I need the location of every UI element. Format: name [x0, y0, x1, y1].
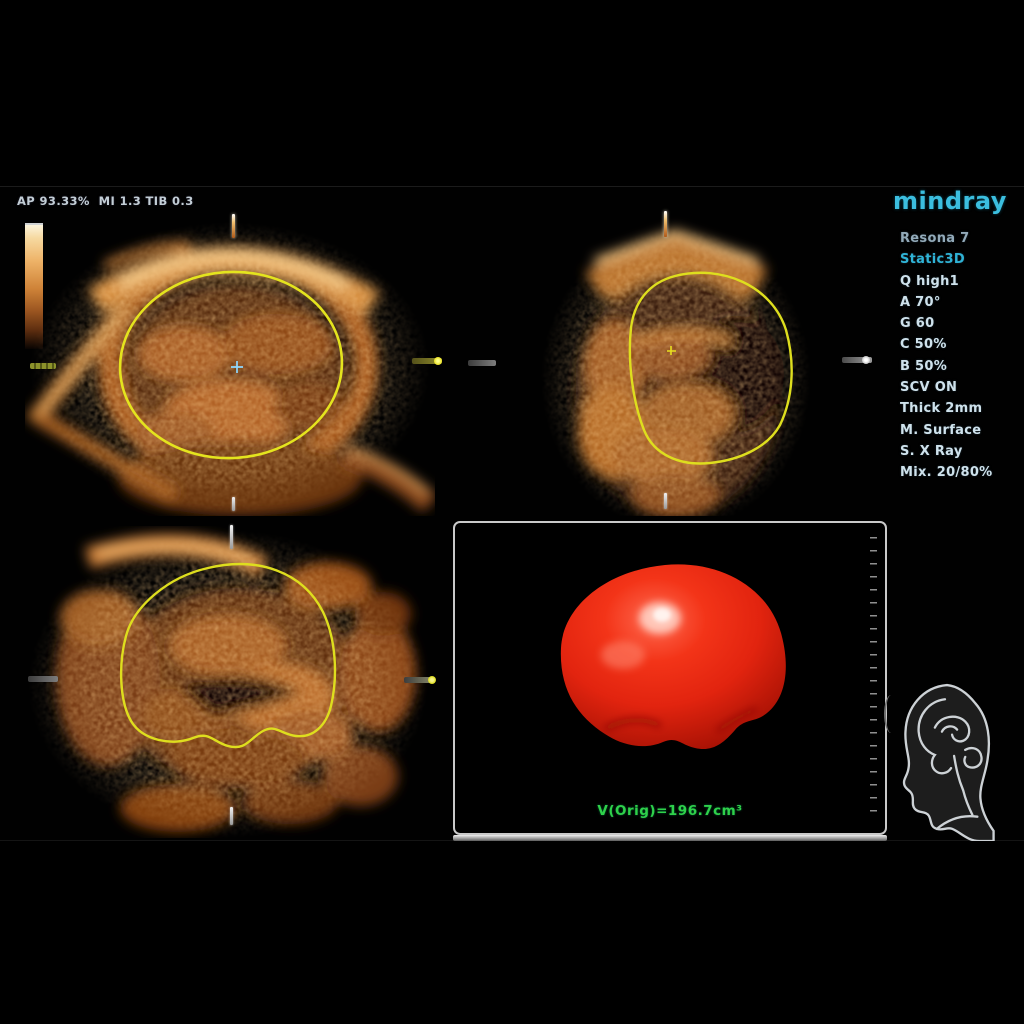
- quadrant-c-coronal-plane[interactable]: [28, 526, 433, 838]
- ultrasound-image-sagittal: [540, 214, 820, 516]
- param-render-method: M. Surface: [900, 420, 993, 441]
- param-render-style: S. X Ray: [900, 441, 993, 462]
- ultrasound-image-axial: [25, 216, 435, 516]
- volume-render-blob: [561, 564, 786, 749]
- param-thickness: Thick 2mm: [900, 398, 993, 419]
- plane-marker-right-c[interactable]: [404, 677, 434, 683]
- param-contrast: C 50%: [900, 334, 993, 355]
- param-angle: A 70°: [900, 292, 993, 313]
- plane-marker-bottom-c[interactable]: [230, 807, 233, 825]
- volume-render-view: [455, 523, 885, 833]
- plane-marker-gap-ab[interactable]: [468, 360, 496, 366]
- marker-dot: [862, 356, 870, 364]
- plane-marker-left-c[interactable]: [28, 676, 58, 682]
- acoustic-output-status: AP 93.33% MI 1.3 TIB 0.3: [17, 194, 194, 208]
- ultrasound-image-coronal: [28, 526, 433, 838]
- plane-marker-left-a[interactable]: [30, 363, 56, 369]
- imaging-mode-label: Static3D: [900, 249, 993, 270]
- plane-marker-right-a[interactable]: [412, 358, 442, 364]
- plane-marker-right-b[interactable]: [842, 357, 872, 363]
- quadrant-b-sagittal-plane[interactable]: [540, 214, 820, 516]
- param-scv: SCV ON: [900, 377, 993, 398]
- quadrant-a-axial-plane[interactable]: [25, 216, 435, 516]
- depth-ruler: [870, 537, 877, 815]
- system-model-label: Resona 7: [900, 228, 993, 249]
- plane-marker-bottom-b[interactable]: [664, 493, 667, 509]
- param-brightness: B 50%: [900, 356, 993, 377]
- screen-area: AP 93.33% MI 1.3 TIB 0.3 mindray Resona …: [0, 186, 1024, 841]
- param-gain: G 60: [900, 313, 993, 334]
- panel-bottom-bar: [453, 835, 887, 841]
- parameter-sidebar: Resona 7 Static3D Q high1 A 70° G 60 C 5…: [900, 228, 993, 484]
- plane-marker-top-b[interactable]: [664, 211, 667, 237]
- ultrasound-workstation: AP 93.33% MI 1.3 TIB 0.3 mindray Resona …: [0, 0, 1024, 1024]
- marker-dot: [428, 676, 436, 684]
- fetal-head-profile-icon: [896, 679, 998, 845]
- volume-measurement-label: V(Orig)=196.7cm³: [455, 803, 885, 819]
- param-mix-ratio: Mix. 20/80%: [900, 462, 993, 483]
- volume-render-panel[interactable]: V(Orig)=196.7cm³: [453, 521, 887, 835]
- brand-logo: mindray: [893, 187, 1007, 215]
- param-quality: Q high1: [900, 271, 993, 292]
- plane-marker-bottom-a[interactable]: [232, 497, 235, 511]
- plane-marker-top-c[interactable]: [230, 525, 233, 549]
- marker-dot: [434, 357, 442, 365]
- plane-marker-top-a[interactable]: [232, 214, 235, 238]
